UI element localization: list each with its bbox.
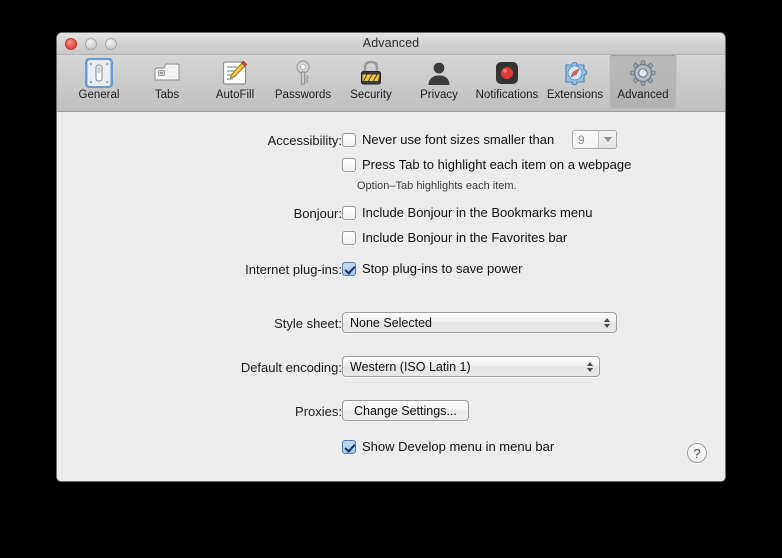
toolbar-item-privacy[interactable]: Privacy bbox=[405, 55, 473, 108]
toolbar-item-label: Tabs bbox=[133, 89, 201, 101]
bonjour-bookmarks-row[interactable]: Include Bonjour in the Bookmarks menu bbox=[342, 205, 593, 220]
updown-arrows-icon bbox=[587, 362, 593, 372]
toolbar-item-label: Passwords bbox=[269, 89, 337, 101]
bonjour-label: Bonjour: bbox=[187, 206, 342, 221]
gear-icon bbox=[609, 58, 677, 88]
stop-plugins-checkbox[interactable] bbox=[342, 262, 356, 276]
style-sheet-popup-button[interactable]: None Selected bbox=[342, 312, 617, 333]
window-title: Advanced bbox=[57, 36, 725, 50]
toolbar-item-label: Advanced bbox=[609, 89, 677, 101]
internet-plugins-label: Internet plug-ins: bbox=[187, 262, 342, 277]
bonjour-favorites-row[interactable]: Include Bonjour in the Favorites bar bbox=[342, 230, 567, 245]
toolbar-item-autofill[interactable]: AutoFill bbox=[201, 55, 269, 108]
red-dot-badge-icon bbox=[473, 58, 541, 88]
preferences-toolbar: General Tabs bbox=[57, 55, 725, 112]
autofill-pencil-icon bbox=[201, 58, 269, 88]
show-develop-menu-row[interactable]: Show Develop menu in menu bar bbox=[342, 439, 554, 454]
accessibility-label: Accessibility: bbox=[187, 133, 342, 148]
show-develop-menu-checkbox[interactable] bbox=[342, 440, 356, 454]
toolbar-item-label: Privacy bbox=[405, 89, 473, 101]
never-use-font-sizes-label: Never use font sizes smaller than bbox=[362, 132, 554, 147]
never-use-font-sizes-checkbox[interactable] bbox=[342, 133, 356, 147]
bonjour-bookmarks-checkbox[interactable] bbox=[342, 206, 356, 220]
key-icon bbox=[269, 58, 337, 88]
tabs-icon bbox=[133, 58, 201, 88]
light-switch-icon bbox=[65, 58, 133, 88]
toolbar-item-extensions[interactable]: Extensions bbox=[541, 55, 609, 108]
style-sheet-label: Style sheet: bbox=[187, 316, 342, 331]
help-button[interactable]: ? bbox=[687, 443, 707, 463]
toolbar-item-security[interactable]: Security bbox=[337, 55, 405, 108]
chevron-down-icon bbox=[604, 137, 612, 142]
bonjour-bookmarks-label: Include Bonjour in the Bookmarks menu bbox=[362, 205, 593, 220]
minimum-font-size-combo[interactable]: 9 bbox=[572, 130, 617, 149]
stop-plugins-label: Stop plug-ins to save power bbox=[362, 261, 522, 276]
proxies-label: Proxies: bbox=[187, 404, 342, 419]
never-use-font-sizes-row[interactable]: Never use font sizes smaller than bbox=[342, 132, 554, 147]
toolbar-item-label: Security bbox=[337, 89, 405, 101]
default-encoding-label: Default encoding: bbox=[187, 360, 342, 375]
window-titlebar[interactable]: Advanced bbox=[57, 33, 725, 55]
show-develop-menu-label: Show Develop menu in menu bar bbox=[362, 439, 554, 454]
press-tab-row[interactable]: Press Tab to highlight each item on a we… bbox=[342, 157, 631, 172]
press-tab-label: Press Tab to highlight each item on a we… bbox=[362, 157, 631, 172]
press-tab-checkbox[interactable] bbox=[342, 158, 356, 172]
toolbar-item-tabs[interactable]: Tabs bbox=[133, 55, 201, 108]
default-encoding-value: Western (ISO Latin 1) bbox=[343, 360, 471, 374]
toolbar-item-notifications[interactable]: Notifications bbox=[473, 55, 541, 108]
bonjour-favorites-checkbox[interactable] bbox=[342, 231, 356, 245]
toolbar-item-label: General bbox=[65, 89, 133, 101]
puzzle-compass-icon bbox=[541, 58, 609, 88]
toolbar-item-label: Extensions bbox=[541, 89, 609, 101]
toolbar-item-passwords[interactable]: Passwords bbox=[269, 55, 337, 108]
minimum-font-size-value[interactable]: 9 bbox=[573, 131, 598, 148]
change-settings-button[interactable]: Change Settings... bbox=[342, 400, 469, 421]
person-silhouette-icon bbox=[405, 58, 473, 88]
toolbar-item-label: Notifications bbox=[473, 89, 541, 101]
padlock-icon bbox=[337, 58, 405, 88]
stop-plugins-row[interactable]: Stop plug-ins to save power bbox=[342, 261, 522, 276]
minimum-font-size-dropdown-button[interactable] bbox=[598, 131, 616, 148]
toolbar-item-general[interactable]: General bbox=[65, 55, 133, 108]
option-tab-hint: Option–Tab highlights each item. bbox=[357, 180, 517, 192]
default-encoding-popup-button[interactable]: Western (ISO Latin 1) bbox=[342, 356, 600, 377]
advanced-settings-pane: Accessibility: Never use font sizes smal… bbox=[57, 112, 725, 481]
toolbar-item-label: AutoFill bbox=[201, 89, 269, 101]
preferences-window: Advanced General bbox=[56, 32, 726, 482]
updown-arrows-icon bbox=[604, 318, 610, 328]
toolbar-item-advanced[interactable]: Advanced bbox=[609, 55, 677, 108]
bonjour-favorites-label: Include Bonjour in the Favorites bar bbox=[362, 230, 567, 245]
style-sheet-value: None Selected bbox=[343, 316, 432, 330]
question-mark-icon: ? bbox=[693, 446, 700, 461]
